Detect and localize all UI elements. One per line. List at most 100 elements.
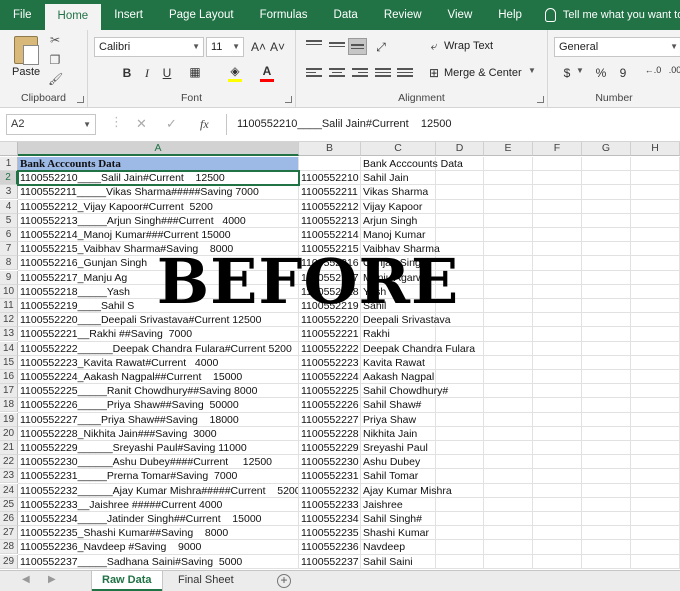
orientation-icon[interactable]: ⤢ [374,40,388,55]
cell-f19[interactable] [533,412,582,427]
cell-c24[interactable]: Ajay Kumar Mishra [361,483,452,498]
cell-e15[interactable] [484,355,533,370]
cell-e13[interactable] [484,327,533,342]
tab-help[interactable]: Help [485,0,535,30]
paste-button-label[interactable]: Paste [12,66,40,78]
cell-h17[interactable] [631,384,680,399]
cell-g27[interactable] [582,526,631,541]
cell-h1[interactable] [631,157,680,172]
cell-f20[interactable] [533,426,582,441]
cell-g18[interactable] [582,398,631,413]
cell-h29[interactable] [631,554,680,569]
cell-b1[interactable] [299,157,361,172]
tab-file[interactable]: File [0,0,45,30]
cell-g9[interactable] [582,270,631,285]
cell-h27[interactable] [631,526,680,541]
row-header[interactable]: 9 [0,270,18,285]
cell-g28[interactable] [582,540,631,555]
cell-f14[interactable] [533,341,582,356]
cell-f25[interactable] [533,497,582,512]
cell-h25[interactable] [631,497,680,512]
cell-g23[interactable] [582,469,631,484]
number-format-combo[interactable]: General ▼ [554,37,680,57]
cell-f15[interactable] [533,355,582,370]
cell-f2[interactable] [533,171,582,186]
cell-g24[interactable] [582,483,631,498]
cell-f26[interactable] [533,512,582,527]
cell-h2[interactable] [631,171,680,186]
cell-h7[interactable] [631,242,680,257]
cell-e14[interactable] [484,341,533,356]
cell-d21[interactable] [436,441,484,456]
wrap-text-button[interactable]: Wrap Text [444,40,493,52]
cell-h6[interactable] [631,228,680,243]
cell-a21[interactable]: 1100552229______Sreyashi Paul#Saving 110… [18,441,299,456]
cell-g15[interactable] [582,355,631,370]
row-header[interactable]: 14 [0,341,18,356]
cell-c23[interactable]: Sahil Tomar [361,469,436,484]
cell-g12[interactable] [582,313,631,328]
cell-g22[interactable] [582,455,631,470]
cell-g2[interactable] [582,171,631,186]
cell-a6[interactable]: 1100552214_Manoj Kumar###Current 15000 [18,228,299,243]
cell-f24[interactable] [533,483,582,498]
cell-a25[interactable]: 1100552233__Jaishree #####Current 4000 [18,497,299,512]
cell-c6[interactable]: Manoj Kumar [361,228,436,243]
row-header[interactable]: 26 [0,512,18,526]
increase-indent-icon[interactable] [397,68,413,80]
cell-h14[interactable] [631,341,680,356]
cell-d14[interactable] [436,341,484,356]
cell-g1[interactable] [582,157,631,172]
alignment-dialog-launcher[interactable] [537,96,544,103]
cell-d25[interactable] [436,497,484,512]
comma-style-button[interactable]: 9 [616,66,630,80]
cell-c20[interactable]: Nikhita Jain [361,426,436,441]
cell-g29[interactable] [582,554,631,569]
cell-f10[interactable] [533,284,582,299]
cell-h8[interactable] [631,256,680,271]
cell-b3[interactable]: 1100552211 [299,185,361,200]
currency-button[interactable]: $ [560,66,574,80]
cell-h24[interactable] [631,483,680,498]
cell-d22[interactable] [436,455,484,470]
cell-d29[interactable] [436,554,484,569]
cell-f27[interactable] [533,526,582,541]
cell-e22[interactable] [484,455,533,470]
cell-b24[interactable]: 1100552232 [299,483,361,498]
font-name-combo[interactable]: Calibri ▼ [94,37,204,57]
cell-d1[interactable] [436,157,484,172]
cell-a1[interactable]: Bank Acccounts Data [18,157,299,172]
cell-a3[interactable]: 1100552211_____Vikas Sharma#####Saving 7… [18,185,299,200]
cell-c25[interactable]: Jaishree [361,497,436,512]
cell-h12[interactable] [631,313,680,328]
cell-h20[interactable] [631,426,680,441]
cell-g21[interactable] [582,441,631,456]
name-box[interactable]: A2 ▼ [6,114,96,135]
cell-e29[interactable] [484,554,533,569]
row-header[interactable]: 23 [0,469,18,484]
cell-a15[interactable]: 1100552223_Kavita Rawat#Current 4000 [18,355,299,370]
cell-a14[interactable]: 1100552222______Deepak Chandra Fulara#Cu… [18,341,299,356]
cell-f23[interactable] [533,469,582,484]
paste-icon[interactable] [14,36,39,65]
cell-g4[interactable] [582,199,631,214]
align-right-icon[interactable] [352,68,368,80]
cell-a5[interactable]: 1100552213_____Arjun Singh###Current 400… [18,213,299,228]
wrap-text-icon[interactable]: ⤶ [427,39,441,54]
cell-e20[interactable] [484,426,533,441]
copy-icon[interactable]: ❐ [48,54,62,66]
cell-g13[interactable] [582,327,631,342]
cell-h15[interactable] [631,355,680,370]
cell-c26[interactable]: Sahil Singh# [361,512,436,527]
row-header[interactable]: 20 [0,426,18,441]
column-header-d[interactable]: D [436,142,484,156]
cell-g11[interactable] [582,299,631,314]
cell-c19[interactable]: Priya Shaw [361,412,436,427]
cell-c13[interactable]: Rakhi [361,327,436,342]
cell-c29[interactable]: Sahil Saini [361,554,436,569]
tab-formulas[interactable]: Formulas [247,0,321,30]
cell-h23[interactable] [631,469,680,484]
cut-icon[interactable]: ✂ [48,34,62,46]
cell-c5[interactable]: Arjun Singh [361,213,436,228]
cell-a16[interactable]: 1100552224_Aakash Nagpal##Current 15000 [18,370,299,385]
